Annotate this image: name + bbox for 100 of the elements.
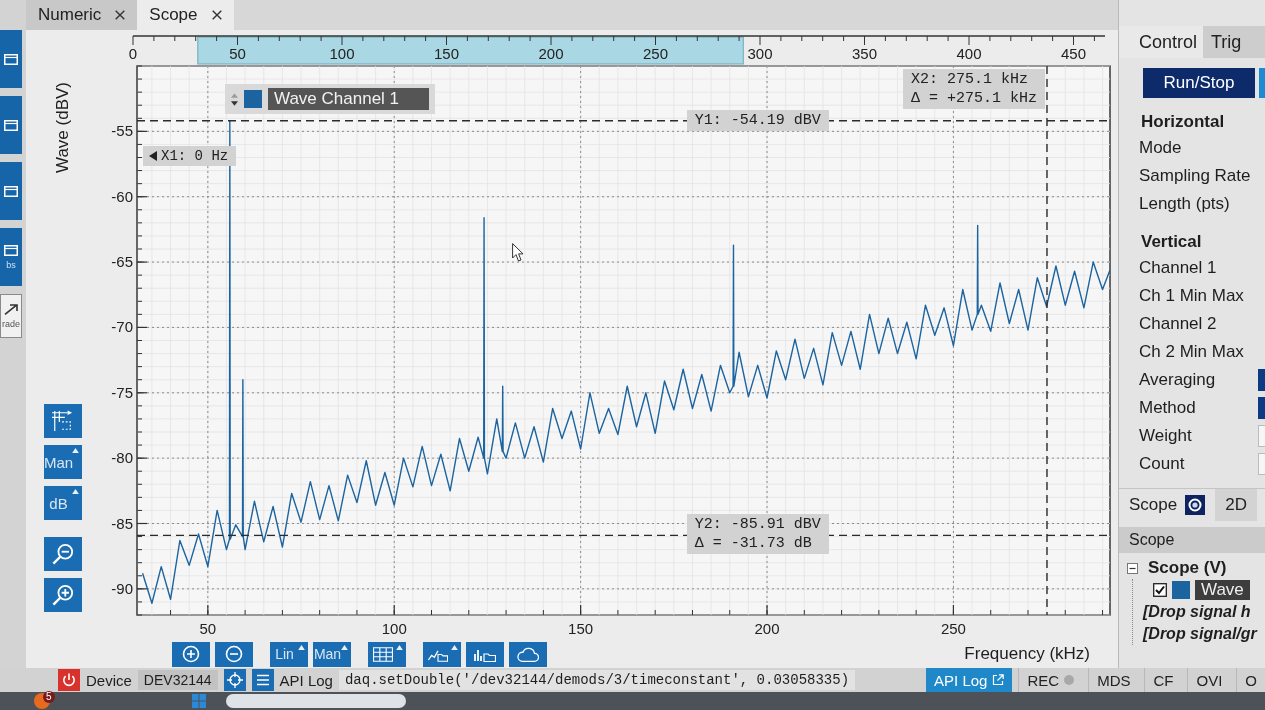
zoom-out-button[interactable]	[44, 537, 82, 571]
zoom-in-icon	[182, 645, 200, 663]
setting-label: Count	[1139, 454, 1185, 474]
tool-button[interactable]	[368, 641, 406, 667]
legend-label: Wave Channel 1	[268, 88, 430, 110]
power-icon[interactable]	[58, 669, 80, 691]
api-log-button[interactable]: API Log	[926, 668, 1013, 692]
window-icon	[4, 244, 18, 256]
window-icon	[4, 119, 18, 131]
grid-arrow-icon	[52, 410, 74, 432]
visible-range-highlight[interactable]	[197, 36, 744, 65]
cursor-delta: Δ = +275.1 kHz	[910, 90, 1037, 107]
setting-label: Method	[1139, 398, 1196, 418]
drop-target-label: [Drop signal/gr	[1143, 625, 1257, 643]
x-tick-label: 250	[940, 620, 966, 637]
y-tick-label: -70	[111, 318, 133, 336]
sidebar-tile[interactable]: bs	[0, 228, 22, 286]
tool-button[interactable]	[509, 641, 547, 667]
cursor-label: Y2: -85.91 dBV	[694, 516, 821, 534]
y-tick-label: -80	[111, 449, 133, 467]
caret-icon	[396, 644, 403, 650]
sidebar-tile[interactable]: rade	[0, 294, 22, 338]
section-title: Vertical	[1140, 231, 1202, 253]
collapse-icon[interactable]	[1127, 562, 1138, 574]
signal-label[interactable]: Wave	[1195, 580, 1250, 600]
mouse-pointer-icon	[512, 243, 524, 262]
zoom-out-icon	[52, 543, 74, 565]
dropdown-button[interactable]: dB	[44, 486, 82, 520]
dropdown-button[interactable]: Man	[44, 445, 82, 479]
sort-arrows-icon[interactable]	[231, 92, 238, 106]
zoom-in-icon	[52, 584, 74, 606]
log-label: API Log	[279, 671, 333, 689]
overview-tick-label: 250	[643, 45, 668, 62]
overview-tick-label: 300	[747, 45, 773, 62]
section-title: Horizontal	[1140, 111, 1225, 133]
setting-label: Channel 1	[1139, 258, 1217, 278]
caret-icon	[298, 644, 305, 650]
window-icon	[4, 53, 18, 65]
overview-tick-label: 350	[852, 45, 877, 62]
sidebar-tile[interactable]	[0, 30, 22, 88]
cursor-label: X1: 0 Hz	[161, 148, 229, 164]
x-tick-label: 100	[381, 620, 407, 637]
tree-header: Scope	[1119, 527, 1265, 553]
zoom-out-button[interactable]	[215, 641, 253, 667]
axis-title: Frequency (kHz)	[964, 644, 1090, 664]
checkbox[interactable]	[1153, 583, 1167, 597]
setting-label: Averaging	[1139, 370, 1216, 390]
overview-tick-label: 50	[229, 45, 246, 62]
setting-label: Ch 2 Min Max	[1139, 342, 1244, 362]
dropdown-button[interactable]: Lin	[270, 641, 308, 667]
caret-icon	[72, 448, 79, 453]
tool-button[interactable]	[466, 641, 504, 667]
zoom-in-button[interactable]	[44, 578, 82, 612]
close-icon[interactable]	[211, 10, 222, 20]
x-tick-label: 200	[754, 620, 780, 637]
setting-label: Sampling Rate	[1139, 166, 1251, 186]
sidebar-tile[interactable]	[0, 162, 22, 220]
window-icon	[4, 185, 18, 197]
setting-label: Channel 2	[1139, 314, 1217, 334]
search-field[interactable]	[226, 694, 406, 708]
tab[interactable]: Numeric	[26, 0, 138, 30]
tool-button[interactable]	[44, 404, 82, 438]
device-field[interactable]: DEV32144	[137, 670, 218, 690]
dropdown-button[interactable]: Man	[313, 641, 351, 667]
overview-tick-label: 150	[434, 45, 459, 62]
radio-icon	[1185, 495, 1206, 515]
overview-tick-label: 200	[538, 45, 564, 62]
setting-label: Weight	[1139, 426, 1192, 446]
y-tick-label: -65	[111, 253, 133, 271]
close-icon[interactable]	[115, 10, 126, 20]
overview-tick-label: 450	[1061, 45, 1086, 62]
list-icon[interactable]	[251, 669, 274, 691]
input-field[interactable]	[1258, 425, 1265, 447]
tab[interactable]: Control	[1119, 26, 1204, 58]
input-field[interactable]	[1258, 453, 1265, 475]
drop-target-label: [Drop signal h	[1143, 603, 1251, 621]
zoom-in-button[interactable]	[172, 641, 210, 667]
overview-tick-label: 400	[956, 45, 982, 62]
x-tick-label: 150	[568, 620, 594, 637]
y-tick-label: -90	[111, 579, 133, 597]
tab[interactable]: 2D	[1215, 489, 1257, 521]
y-tick-label: -75	[111, 383, 133, 401]
grid-icon	[372, 646, 393, 662]
tool-button[interactable]	[423, 641, 461, 667]
overview-tick-label: 100	[329, 45, 355, 62]
axis-title: Wave (dBV)	[53, 82, 73, 173]
device-label: Device	[86, 671, 132, 689]
tab[interactable]: Scope	[137, 0, 234, 30]
overview-tick-label: 0	[128, 45, 138, 62]
tree-node-label[interactable]: Scope (V)	[1148, 558, 1227, 578]
external-link-icon	[992, 674, 1005, 686]
y-tick-label: -60	[111, 187, 133, 205]
caret-icon	[451, 644, 458, 650]
cloud-icon	[517, 646, 539, 662]
crosshair-icon[interactable]	[223, 669, 246, 691]
run-stop-button[interactable]: Run/Stop	[1143, 68, 1255, 98]
sidebar-tile[interactable]	[0, 96, 22, 154]
setting-label: Ch 1 Min Max	[1139, 286, 1244, 306]
notification-badge: 5	[43, 691, 55, 703]
caret-icon	[72, 489, 79, 494]
